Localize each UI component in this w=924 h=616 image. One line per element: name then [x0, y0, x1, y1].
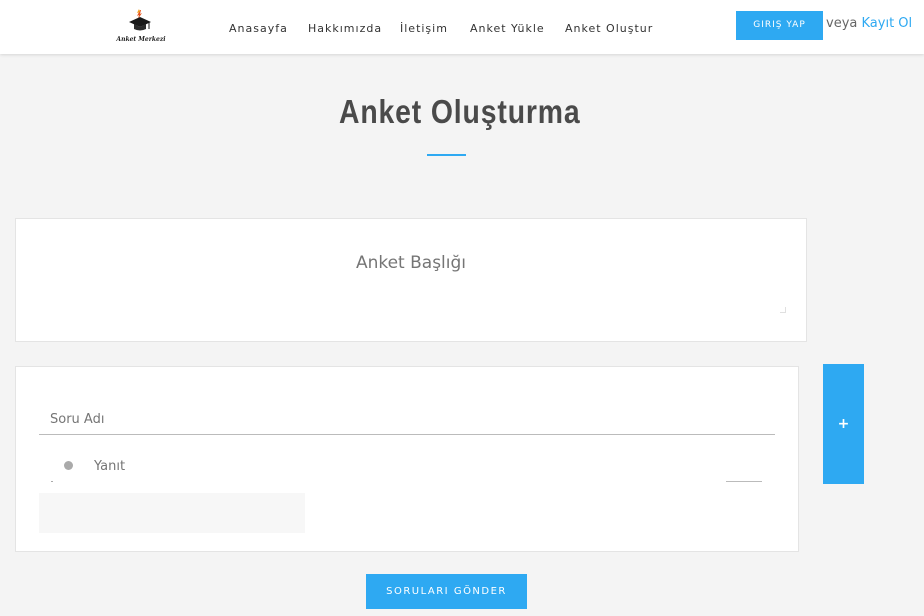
site-logo[interactable]: Anket Merkezi: [114, 8, 168, 46]
question-card: [15, 366, 799, 552]
graduation-cap-logo-icon: [129, 9, 151, 31]
nav-home[interactable]: Anasayfa: [229, 22, 288, 35]
or-label: veya: [826, 16, 858, 31]
title-underline: [427, 154, 466, 156]
answer-input[interactable]: [88, 453, 708, 479]
question-name-input[interactable]: [39, 405, 775, 435]
logo-text: Anket Merkezi: [116, 36, 166, 43]
resize-handle[interactable]: [780, 307, 786, 313]
submit-questions-button[interactable]: SORULARI GÖNDER: [366, 574, 527, 609]
auth-alt-text: veya Kayıt Ol: [826, 16, 912, 31]
nav-upload-survey[interactable]: Anket Yükle: [470, 22, 545, 35]
login-button[interactable]: GIRIŞ YAP: [736, 11, 823, 40]
register-link[interactable]: Kayıt Ol: [862, 16, 913, 31]
answer-radio-icon: [64, 461, 73, 470]
top-navbar: Anket Merkezi Anasayfa Hakkımızda İletiş…: [0, 0, 924, 54]
survey-title-card: [15, 218, 807, 342]
nav-contact[interactable]: İletişim: [400, 22, 448, 35]
nav-create-survey[interactable]: Anket Oluştur: [565, 22, 653, 35]
answer-underline: [726, 481, 762, 482]
nav-about[interactable]: Hakkımızda: [308, 22, 382, 35]
add-answer-area[interactable]: [39, 493, 305, 533]
answer-divider-start: [51, 481, 53, 482]
add-question-button[interactable]: +: [823, 364, 864, 484]
page-title: Anket Oluşturma: [338, 93, 581, 130]
survey-title-input[interactable]: [16, 243, 806, 313]
